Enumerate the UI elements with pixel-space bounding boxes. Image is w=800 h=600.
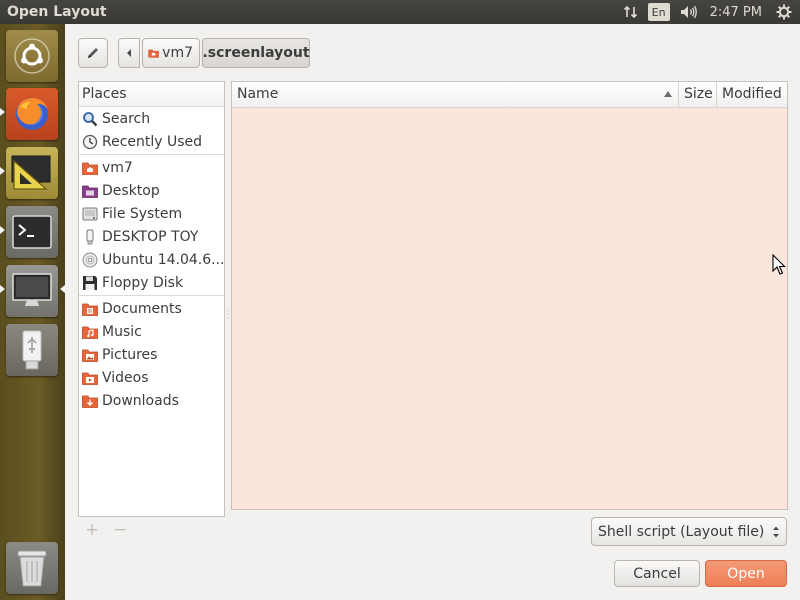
sort-ascending-icon [664,91,672,97]
place-label: Downloads [102,392,179,409]
place-label: Music [102,323,142,340]
column-label: Modified [722,86,782,102]
place-label: vm7 [102,159,133,176]
running-indicator [0,285,5,293]
file-list-header: Name Size Modified [232,82,787,108]
column-modified-header[interactable]: Modified [717,82,787,107]
type-location-button[interactable] [78,38,108,68]
place-label: File System [102,205,183,222]
firefox-icon [16,98,48,130]
floppy-icon [82,275,98,291]
dash-home-button[interactable] [6,30,58,82]
search-icon [82,111,98,127]
videos-folder-icon [82,370,98,386]
place-downloads[interactable]: Downloads [79,389,224,412]
breadcrumb-current[interactable]: .screenlayout [202,38,310,68]
terminal-icon [12,215,52,249]
filter-value: Shell script (Layout file) [598,523,765,540]
downloads-folder-icon [82,393,98,409]
place-file-system[interactable]: File System [79,202,224,225]
file-list[interactable]: Name Size Modified [231,81,788,510]
place-label: Documents [102,300,182,317]
pictures-folder-icon [82,347,98,363]
system-gear-icon[interactable] [772,0,796,24]
place-desktop-toy[interactable]: DESKTOP TOY [79,225,224,248]
ubuntu-logo-icon [14,38,50,74]
place-search[interactable]: Search [79,107,224,130]
usb-stick-icon [82,229,98,245]
place-label: DESKTOP TOY [102,228,199,245]
home-folder-icon [148,49,159,58]
trash-icon [17,550,47,587]
terminal-launcher[interactable] [6,206,58,258]
column-label: Name [237,86,279,102]
clock-icon [82,134,98,150]
open-layout-dialog: vm7 .screenlayout Places Search Recently… [65,24,800,600]
set-square-icon [11,155,51,190]
column-name-header[interactable]: Name [232,82,679,107]
place-music[interactable]: Music [79,320,224,343]
network-indicator-icon[interactable] [618,0,644,24]
column-size-header[interactable]: Size [679,82,717,107]
running-indicator [0,226,5,234]
chevron-left-icon [127,49,131,57]
place-label: Search [102,110,151,127]
divider [79,154,224,155]
home-folder-icon [82,160,98,176]
screen-layout-launcher[interactable] [6,147,58,199]
display-launcher[interactable] [6,265,58,317]
add-bookmark-button[interactable]: + [85,520,99,540]
place-label: Desktop [102,182,160,199]
documents-folder-icon [82,301,98,317]
indicator-area: En 2:47 PM [618,0,800,24]
path-scroll-left-button[interactable] [118,38,140,68]
places-sidebar: Places Search Recently Used vm7 Desktop [78,81,225,517]
running-indicator [0,167,5,175]
divider [79,295,224,296]
place-recently-used[interactable]: Recently Used [79,130,224,153]
place-label: Recently Used [102,133,203,150]
trash-launcher[interactable] [6,542,58,594]
firefox-launcher[interactable] [6,88,58,140]
usb-drive-launcher[interactable] [6,324,58,376]
updown-arrows-icon [773,526,779,538]
place-documents[interactable]: Documents [79,297,224,320]
keyboard-layout-indicator[interactable]: En [647,3,670,21]
volume-icon[interactable] [676,0,702,24]
mouse-pointer-icon [772,254,786,275]
usb-icon [22,330,42,370]
place-label: Ubuntu 14.04.6... [102,251,224,268]
place-label: Pictures [102,346,158,363]
running-indicator [0,108,5,116]
clock-indicator[interactable]: 2:47 PM [702,0,772,24]
launcher [0,24,65,600]
pencil-icon [88,48,98,58]
place-label: Videos [102,369,149,386]
monitor-icon [12,273,52,306]
drive-icon [82,206,98,222]
place-ubuntu-disc[interactable]: Ubuntu 14.04.6... [79,248,224,271]
window-title: Open Layout [7,4,107,20]
column-label: Size [684,86,713,102]
music-folder-icon [82,324,98,340]
open-button[interactable]: Open [705,560,787,587]
place-home[interactable]: vm7 [79,156,224,179]
breadcrumb-home[interactable]: vm7 [142,38,200,68]
remove-bookmark-button[interactable]: − [113,520,127,540]
place-desktop[interactable]: Desktop [79,179,224,202]
optical-disc-icon [82,252,98,268]
place-floppy-disk[interactable]: Floppy Disk [79,271,224,294]
file-type-filter-select[interactable]: Shell script (Layout file) [591,517,787,546]
place-pictures[interactable]: Pictures [79,343,224,366]
breadcrumb-home-label: vm7 [162,45,193,61]
top-panel: Open Layout En 2:47 PM [0,0,800,24]
desktop-icon [82,183,98,199]
places-header[interactable]: Places [79,82,224,107]
breadcrumb-current-label: .screenlayout [202,45,310,61]
cancel-button[interactable]: Cancel [614,560,700,587]
file-list-body[interactable] [232,108,787,510]
place-label: Floppy Disk [102,274,184,291]
place-videos[interactable]: Videos [79,366,224,389]
